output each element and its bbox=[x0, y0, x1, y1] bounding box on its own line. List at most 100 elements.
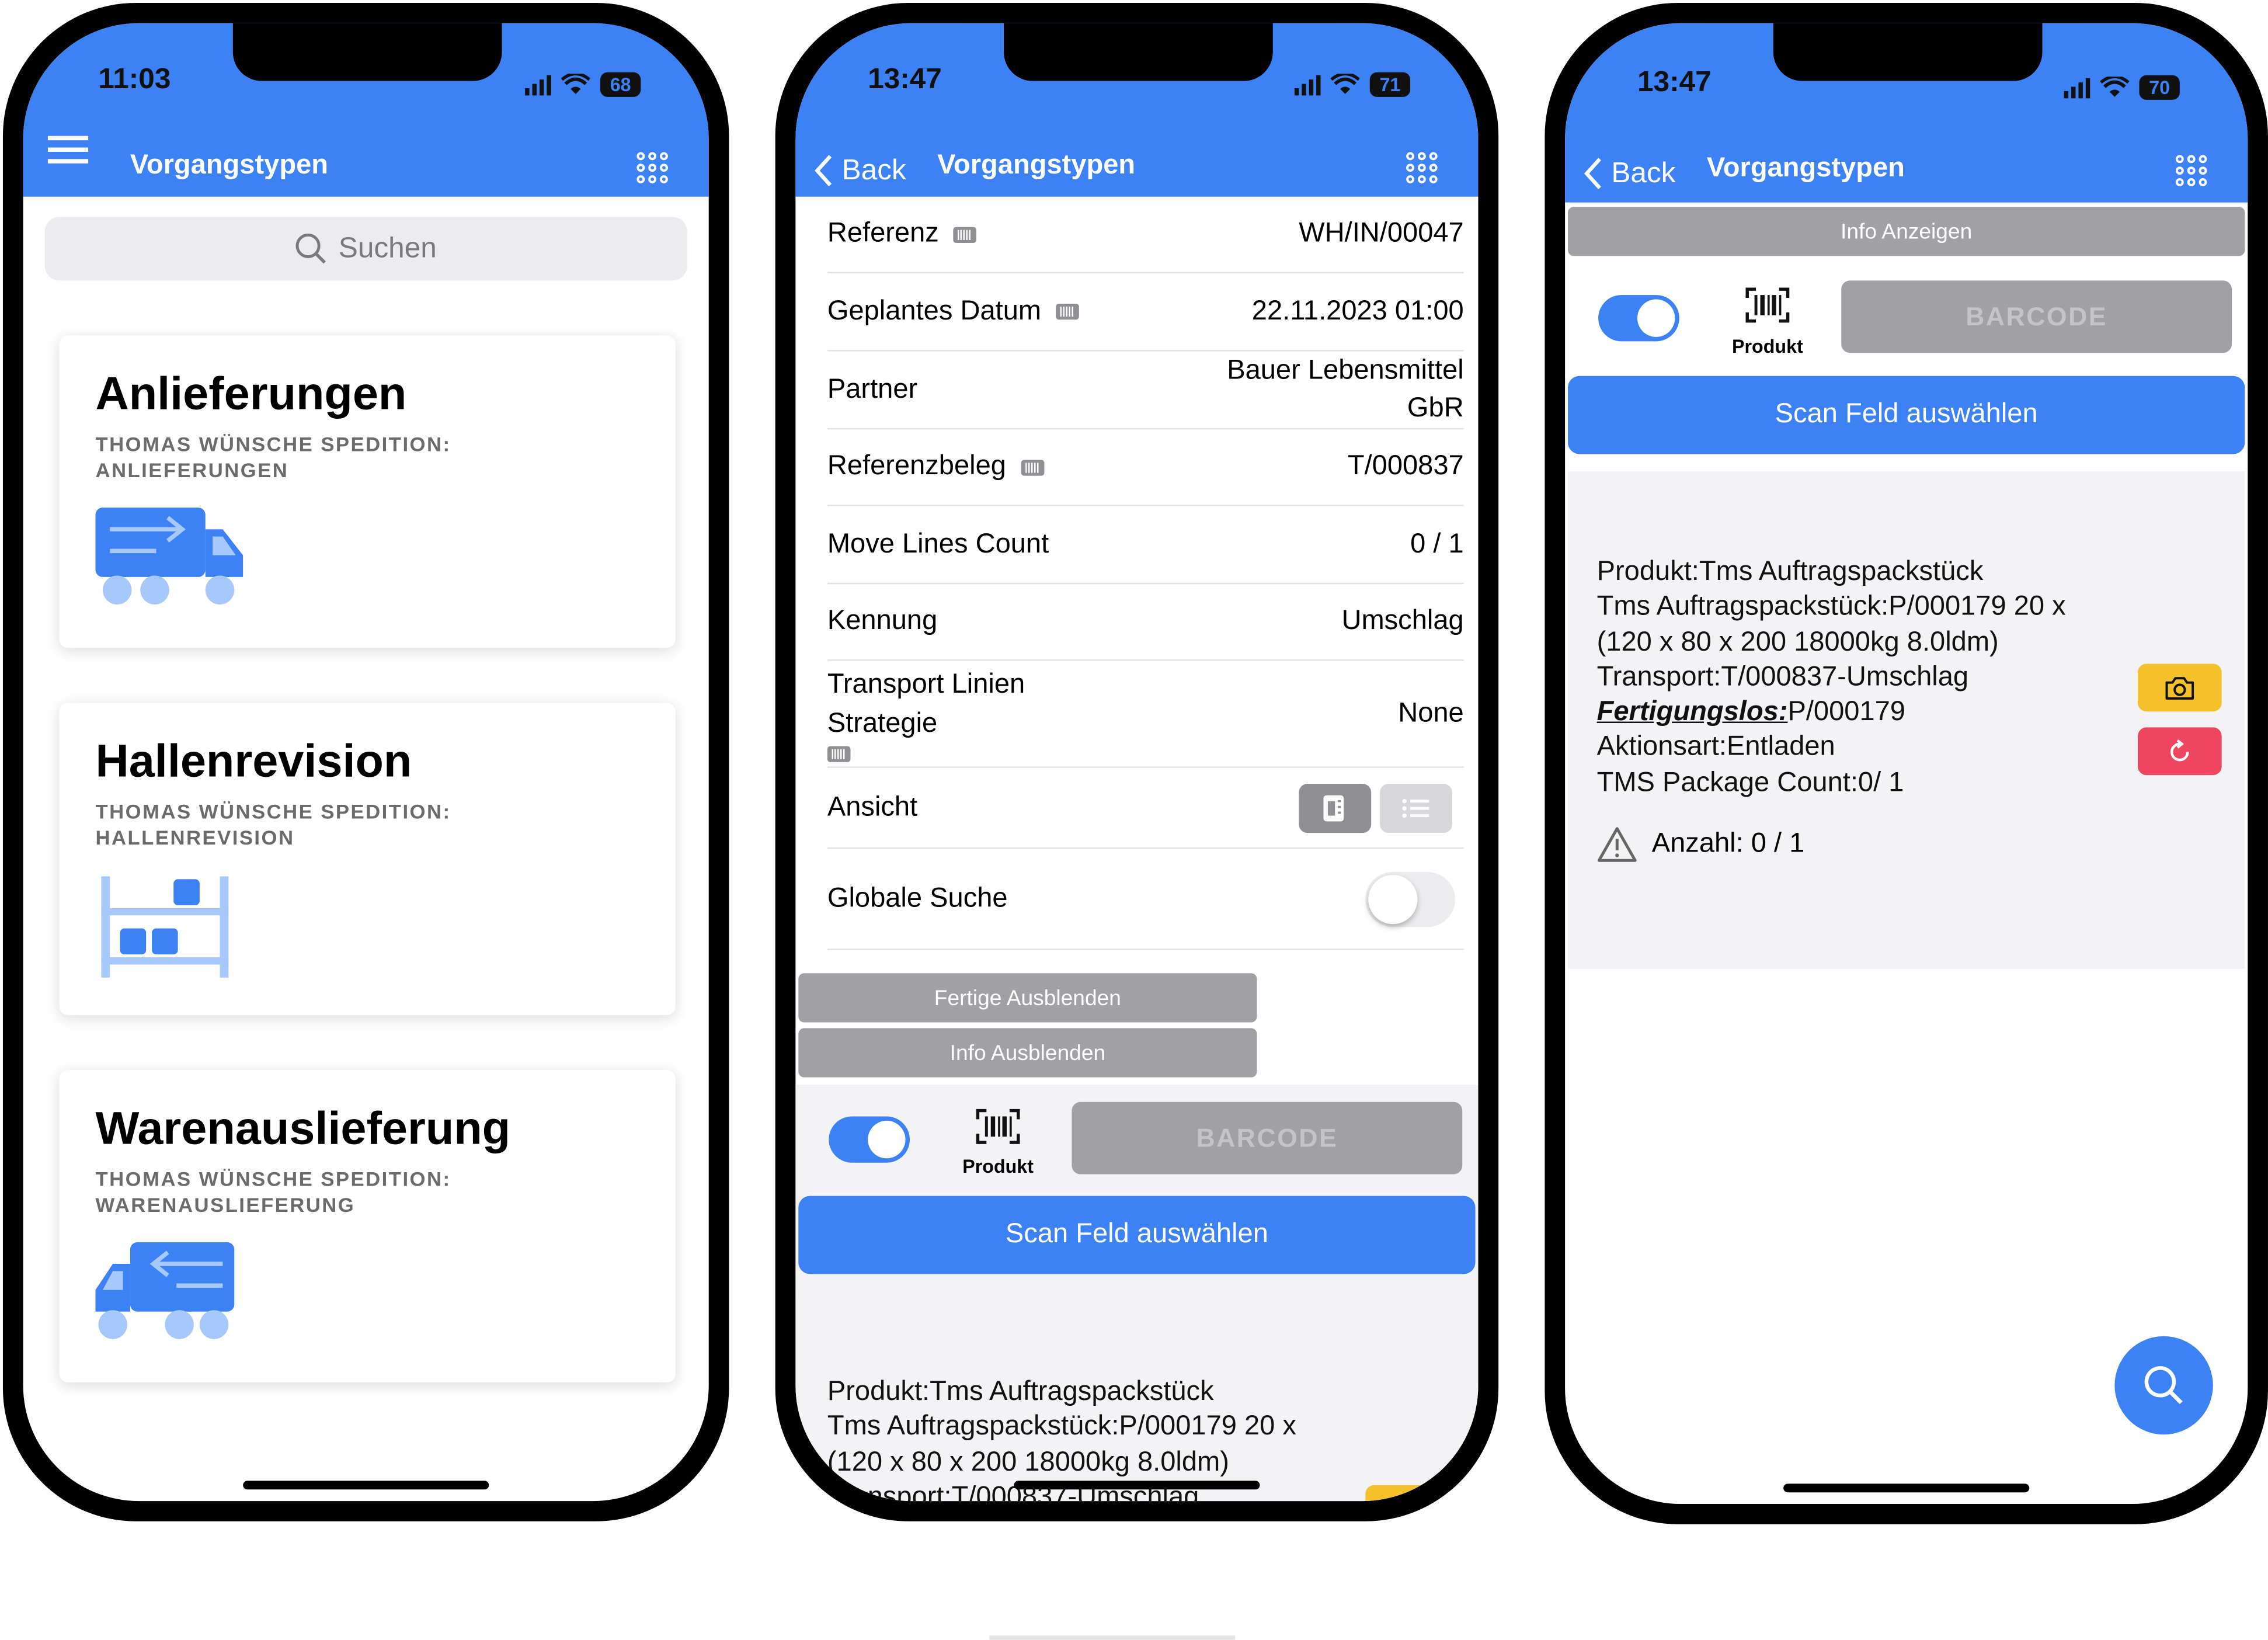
card-title: Anlieferungen bbox=[95, 367, 407, 420]
nav-title: Vorgangstypen bbox=[130, 150, 329, 181]
view-mode-segmented bbox=[1299, 783, 1452, 832]
detail-row-referenz: Referenz WH/IN/00047 bbox=[827, 197, 1464, 273]
search-fab[interactable] bbox=[2114, 1336, 2213, 1435]
cellular-signal-icon bbox=[2064, 77, 2090, 98]
card-subtitle: THOMAS WÜNSCHE SPEDITION: ANLIEFERUNGEN bbox=[95, 432, 451, 482]
camera-button[interactable] bbox=[2138, 663, 2222, 712]
scan-mode-label: Produkt bbox=[962, 1155, 1034, 1177]
card-warenauslieferung[interactable]: Warenauslieferung THOMAS WÜNSCHE SPEDITI… bbox=[59, 1070, 676, 1383]
detail-row-partner: Partner Bauer Lebensmittel GbR bbox=[827, 352, 1464, 430]
barcode-input[interactable]: BARCODE bbox=[1072, 1102, 1463, 1175]
card-title: Hallenrevision bbox=[95, 734, 412, 787]
card-title: Warenauslieferung bbox=[95, 1102, 511, 1154]
detail-value: WH/IN/00047 bbox=[1299, 218, 1464, 249]
view-detail-button[interactable] bbox=[1299, 783, 1372, 832]
card-subtitle: THOMAS WÜNSCHE SPEDITION: WARENAUSLIEFER… bbox=[95, 1167, 451, 1217]
detail-label: Move Lines Count bbox=[827, 528, 1049, 559]
view-list-button[interactable] bbox=[1380, 783, 1452, 832]
info-line: (120 x 80 x 200 18000kg 8.0ldm) bbox=[827, 1447, 1229, 1478]
scan-mode-toggle[interactable] bbox=[1598, 295, 1679, 342]
screen: 13:47 71 Back Vorgangstypen Referenz WH/… bbox=[795, 23, 1479, 1502]
barcode-input[interactable]: BARCODE bbox=[1841, 280, 2232, 353]
back-label: Back bbox=[1611, 157, 1676, 189]
wifi-icon bbox=[2100, 77, 2130, 97]
wifi-icon bbox=[1330, 74, 1360, 94]
status-time: 13:47 bbox=[1637, 66, 1712, 99]
detail-label: Kennung bbox=[827, 606, 938, 637]
cellular-signal-icon bbox=[1294, 74, 1321, 95]
detail-label: Ansicht bbox=[827, 791, 918, 822]
detail-label: Transport Linien Strategie bbox=[827, 669, 1025, 739]
info-line: Aktionsart:Entladen bbox=[1596, 732, 1835, 763]
detail-label: Geplantes Datum bbox=[827, 296, 1042, 326]
apps-grid-icon[interactable] bbox=[2175, 155, 2207, 186]
detail-label: Referenz bbox=[827, 218, 939, 249]
search-icon bbox=[295, 233, 326, 264]
hide-info-button[interactable]: Info Ausblenden bbox=[798, 1028, 1257, 1078]
scan-mode-toggle[interactable] bbox=[829, 1116, 910, 1163]
home-indicator bbox=[1783, 1483, 2030, 1493]
info-text: Produkt:Tms Auftragspackstück Tms Auftra… bbox=[1597, 555, 2066, 801]
barcode-icon bbox=[1055, 303, 1079, 320]
reset-button[interactable] bbox=[2138, 727, 2222, 776]
detail-row-geplantes-datum: Geplantes Datum 22.11.2023 01:00 bbox=[827, 273, 1464, 352]
select-scan-field-button[interactable]: Scan Feld auswählen bbox=[1568, 376, 2245, 454]
barcode-icon bbox=[1020, 459, 1044, 475]
screen: 13:47 70 Back Vorgangstypen Info Anzeige… bbox=[1565, 23, 2248, 1505]
info-line: TMS Package Count:0/ 1 bbox=[1596, 767, 1904, 798]
apps-grid-icon[interactable] bbox=[1406, 152, 1438, 183]
document-view-icon bbox=[1323, 794, 1344, 821]
search-placeholder: Suchen bbox=[338, 232, 437, 264]
card-subtitle: THOMAS WÜNSCHE SPEDITION: HALLENREVISION bbox=[95, 800, 451, 849]
card-anlieferungen[interactable]: Anlieferungen THOMAS WÜNSCHE SPEDITION: … bbox=[59, 335, 676, 648]
nav-title: Vorgangstypen bbox=[1706, 153, 1905, 184]
detail-row-transport-strategie: Transport Linien Strategie None bbox=[827, 661, 1464, 768]
status-icons: 68 bbox=[525, 72, 641, 97]
notch bbox=[1004, 23, 1273, 81]
detail-value: 22.11.2023 01:00 bbox=[1251, 296, 1464, 326]
detail-value: T/000837 bbox=[1347, 451, 1464, 482]
show-info-button[interactable]: Info Anzeigen bbox=[1568, 207, 2245, 256]
camera-button-partial[interactable] bbox=[1365, 1485, 1449, 1502]
phone-vorgangstypen-list: 11:03 68 Vorgangstypen Suchen Anlieferun… bbox=[2, 2, 729, 1521]
detail-value: 0 / 1 bbox=[1410, 528, 1464, 559]
hamburger-menu-icon[interactable] bbox=[47, 134, 91, 166]
battery-level: 68 bbox=[600, 72, 641, 97]
detail-value: Umschlag bbox=[1341, 606, 1464, 637]
info-line: (120 x 80 x 200 18000kg 8.0ldm) bbox=[1596, 627, 1999, 658]
back-button[interactable]: Back bbox=[1582, 156, 1676, 190]
wifi-icon bbox=[561, 74, 590, 94]
info-line: Produkt:Tms Auftragspackstück bbox=[1596, 557, 1984, 588]
barcode-scan-icon bbox=[1745, 287, 1790, 323]
search-input[interactable]: Suchen bbox=[44, 217, 687, 281]
outgoing-truck-icon bbox=[95, 1242, 235, 1339]
lot-value: P/000179 bbox=[1787, 697, 1905, 728]
info-line-lot: Fertigungslos:P/000179 bbox=[1597, 696, 2066, 731]
status-time: 13:47 bbox=[868, 63, 942, 96]
detail-row-kennung: Kennung Umschlag bbox=[827, 584, 1464, 661]
notch bbox=[232, 23, 502, 81]
global-search-toggle[interactable] bbox=[1365, 871, 1455, 926]
lot-label[interactable]: Fertigungslos: bbox=[1597, 697, 1788, 728]
screen: 11:03 68 Vorgangstypen Suchen Anlieferun… bbox=[23, 23, 709, 1502]
barcode-icon bbox=[953, 226, 977, 242]
warehouse-shelf-icon bbox=[101, 876, 229, 978]
detail-value: Bauer Lebensmittel GbR bbox=[1227, 355, 1464, 423]
select-scan-field-button[interactable]: Scan Feld auswählen bbox=[798, 1196, 1476, 1274]
status-time: 11:03 bbox=[98, 63, 171, 96]
info-line: Produkt:Tms Auftragspackstück bbox=[827, 1377, 1214, 1408]
info-line: Tms Auftragspackstück:P/000179 20 x bbox=[827, 1412, 1296, 1443]
back-button[interactable]: Back bbox=[813, 153, 906, 187]
quantity-text: Anzahl: 0 / 1 bbox=[1651, 828, 1805, 859]
apps-grid-icon[interactable] bbox=[636, 152, 668, 183]
warning-icon bbox=[1597, 827, 1637, 862]
detail-row-referenzbeleg: Referenzbeleg T/000837 bbox=[827, 429, 1464, 506]
search-icon bbox=[2144, 1366, 2183, 1405]
detail-value: None bbox=[1398, 697, 1464, 728]
chevron-left-icon bbox=[1584, 158, 1601, 190]
card-hallenrevision[interactable]: Hallenrevision THOMAS WÜNSCHE SPEDITION:… bbox=[59, 703, 676, 1016]
battery-level: 70 bbox=[2139, 75, 2180, 100]
notch bbox=[1773, 23, 2043, 81]
hide-done-button[interactable]: Fertige Ausblenden bbox=[798, 973, 1257, 1023]
phone-scan-view: 13:47 70 Back Vorgangstypen Info Anzeige… bbox=[1545, 2, 2268, 1524]
